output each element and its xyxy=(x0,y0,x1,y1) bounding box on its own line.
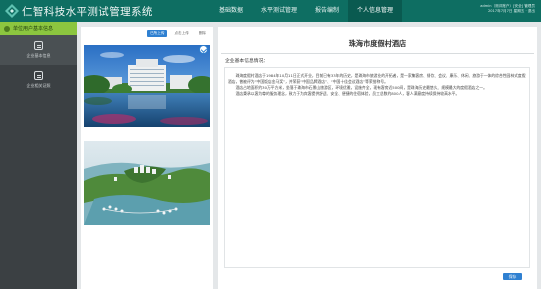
document-icon xyxy=(34,71,43,80)
company-name: 珠海市度假村酒店 xyxy=(348,39,407,48)
nav-personal-info[interactable]: 个人信息管理 xyxy=(348,0,403,22)
sidebar-item-label: 企业相关证照 xyxy=(26,83,51,88)
main-nav: 基础数据 水平测试管理 报告编制 个人信息管理 xyxy=(210,0,403,22)
sidebar-item-label: 企业基本信息 xyxy=(26,53,51,58)
company-logo-icon xyxy=(5,4,19,18)
title-divider xyxy=(221,53,534,54)
description-paragraph: 酒店占地面积约30万平方米，坐落于珠海市石景山旅游区，环境优雅，设施齐全，现有客… xyxy=(235,85,487,91)
tab-uploaded[interactable]: 已所上传 xyxy=(147,30,168,37)
app-title: 仁智科技水平测试管理系统 xyxy=(22,6,153,18)
tab-delete[interactable]: 删除 xyxy=(196,30,209,37)
nav-basic-data[interactable]: 基础数据 xyxy=(210,0,252,22)
document-icon xyxy=(34,41,43,50)
nav-report-writing[interactable]: 报告编制 xyxy=(306,0,348,22)
selected-check-icon[interactable] xyxy=(199,45,208,54)
description-paragraph: 酒店秉承以客为尊的服务理念，致力于为宾客提供舒适、安全、便捷的住宿体验，员工总数… xyxy=(235,91,460,97)
resort-aerial-rendering[interactable] xyxy=(84,141,210,225)
description-paragraph: 珠海度假村酒店于1984年10月11日正式开业，目前已有33年的历史，是珠海市旅… xyxy=(228,73,526,84)
image-tabs: 已所上传 点击上传 删除 xyxy=(147,30,209,37)
company-description: 珠海度假村酒店于1984年10月11日正式开业，目前已有33年的历史，是珠海市旅… xyxy=(228,73,528,98)
sidebar: 单位用户基本信息 企业基本信息 企业相关证照 xyxy=(0,22,77,289)
section-label: 企业基本信息情况： xyxy=(225,59,269,64)
sidebar-item-company-licenses[interactable]: 企业相关证照 xyxy=(0,65,77,95)
user-date-line[interactable]: 2017年7月7日 星期五 · 退出 xyxy=(480,9,535,14)
user-info: admin（测评账户）[安全] 管理员 2017年7月7日 星期五 · 退出 xyxy=(480,4,535,14)
image-panel: 已所上传 点击上传 删除 xyxy=(81,27,213,289)
hotel-waterfront-photo[interactable] xyxy=(84,45,210,127)
nav-test-management[interactable]: 水平测试管理 xyxy=(252,0,306,22)
save-button[interactable]: 保存 xyxy=(503,273,522,280)
main-content: 已所上传 点击上传 删除 珠海市度假村酒店 企业基本信息情况： 珠海度假村酒店于… xyxy=(77,22,541,289)
sidebar-bullet-icon xyxy=(4,25,10,32)
sidebar-header[interactable]: 单位用户基本信息 xyxy=(0,22,77,35)
sidebar-title: 单位用户基本信息 xyxy=(13,26,54,32)
company-info-panel: 珠海市度假村酒店 企业基本信息情况： 珠海度假村酒店于1984年10月11日正式… xyxy=(218,27,537,289)
tab-upload[interactable]: 点击上传 xyxy=(171,30,191,37)
sidebar-item-company-info[interactable]: 企业基本信息 xyxy=(0,35,77,65)
top-bar: 仁智科技水平测试管理系统 基础数据 水平测试管理 报告编制 个人信息管理 adm… xyxy=(0,0,541,22)
